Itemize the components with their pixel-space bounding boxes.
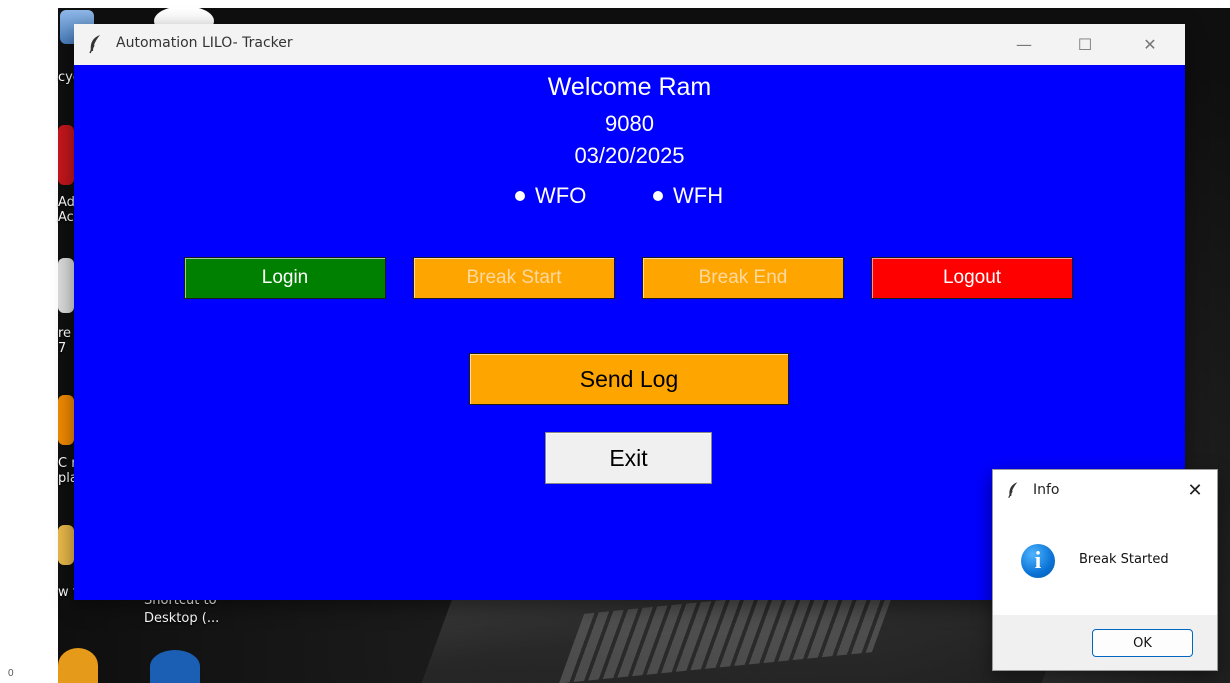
dialog-title: Info [1033, 482, 1060, 498]
employee-id: 9080 [605, 111, 654, 136]
exit-button[interactable]: Exit [545, 432, 712, 484]
maximize-button[interactable]: ☐ [1062, 24, 1108, 65]
logout-button[interactable]: Logout [871, 257, 1073, 299]
radio-wfh[interactable]: WFH [653, 183, 723, 209]
radio-wfo[interactable]: WFO [515, 183, 586, 209]
dialog-footer: OK [993, 615, 1217, 670]
break-end-button[interactable]: Break End [642, 257, 844, 299]
window-title: Automation LILO- Tracker [116, 35, 293, 51]
orange-app-icon[interactable] [58, 648, 98, 683]
send-log-button[interactable]: Send Log [469, 353, 789, 405]
dialog-message: Break Started [1079, 552, 1169, 567]
dialog-title-bar[interactable]: Info ✕ [993, 470, 1217, 512]
info-icon: i [1021, 544, 1055, 578]
radio-label: WFO [535, 183, 587, 208]
ok-button[interactable]: OK [1092, 629, 1193, 657]
radio-label: WFH [673, 183, 724, 208]
edge-glyph: 0 [8, 668, 14, 679]
break-start-button[interactable]: Break Start [413, 257, 615, 299]
title-bar[interactable]: Automation LILO- Tracker — ☐ ✕ [74, 24, 1185, 65]
radio-indicator[interactable] [515, 191, 525, 201]
radio-indicator[interactable] [653, 191, 663, 201]
login-button[interactable]: Login [184, 257, 386, 299]
desktop-icon-label: re 7 [58, 326, 72, 356]
t-app-icon[interactable] [150, 650, 200, 683]
feather-icon [88, 34, 104, 54]
minimize-button[interactable]: — [1001, 24, 1047, 65]
app-icon[interactable] [58, 258, 74, 313]
close-button[interactable]: ✕ [1127, 24, 1173, 65]
folder-icon[interactable] [58, 525, 74, 565]
info-dialog: Info ✕ i Break Started OK [992, 469, 1218, 671]
feather-icon [1007, 481, 1019, 503]
acrobat-icon[interactable] [58, 125, 74, 185]
vlc-icon[interactable] [58, 395, 74, 445]
dialog-close-button[interactable]: ✕ [1183, 478, 1207, 502]
dialog-body: i Break Started [993, 512, 1217, 615]
date-text: 03/20/2025 [574, 143, 685, 168]
welcome-text: Welcome Ram [547, 73, 712, 101]
